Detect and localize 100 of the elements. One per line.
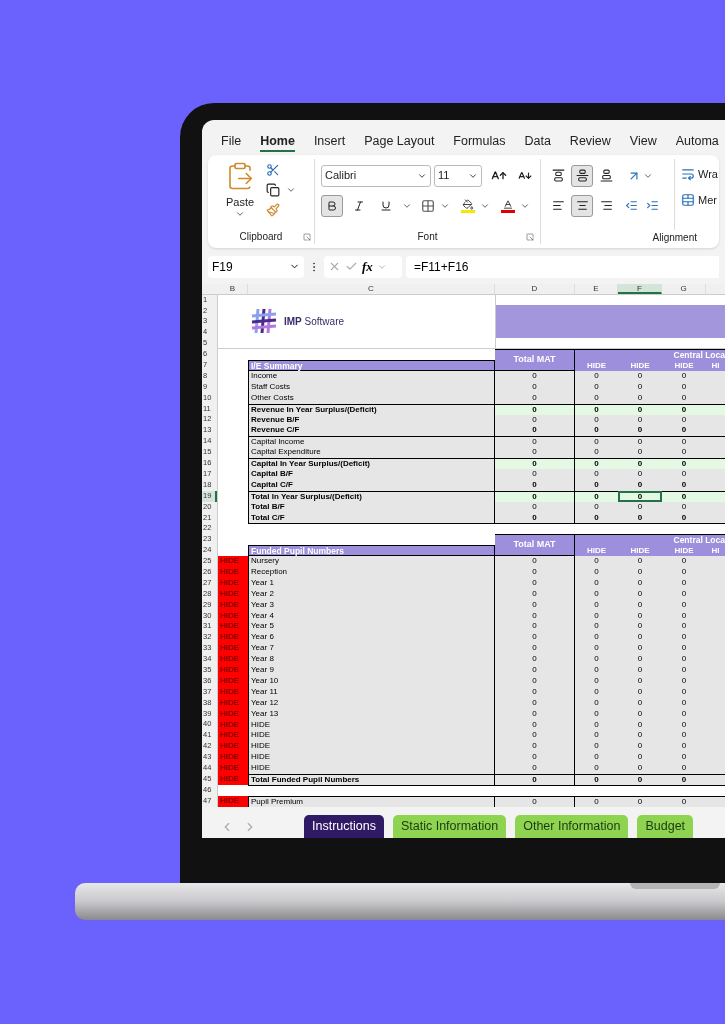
- hide-flag: HIDE: [218, 730, 248, 742]
- font-color-icon[interactable]: [501, 198, 515, 213]
- table-cell: 0: [495, 381, 575, 393]
- font-family-dropdown[interactable]: Calibri: [321, 164, 431, 187]
- table-cell: 0: [575, 697, 618, 709]
- row-label: Income: [248, 371, 495, 382]
- insert-function-button[interactable]: fx: [362, 256, 373, 277]
- table-cell: 0: [662, 643, 725, 655]
- formula-input[interactable]: =F11+F16: [406, 255, 719, 278]
- table-cell: 0: [495, 773, 575, 785]
- bold-toggle[interactable]: [321, 194, 343, 217]
- row-label: Nursery: [248, 556, 495, 568]
- table-cell: 0: [575, 763, 618, 774]
- table-cell: 0: [618, 381, 662, 393]
- table-cell: 0: [495, 741, 575, 753]
- bold-icon: [326, 199, 338, 212]
- lines-icon: [551, 199, 565, 213]
- table-cell: 0: [495, 752, 575, 764]
- row-label: Year 9: [248, 665, 495, 676]
- ribbon-tab[interactable]: Insert: [313, 132, 346, 152]
- column-heading: Total MAT: [495, 534, 575, 557]
- table-title: I/E Summary: [248, 360, 495, 371]
- dialog-launcher-icon[interactable]: [303, 232, 311, 241]
- hide-flag: HIDE: [218, 773, 248, 785]
- decrease-indent-icon[interactable]: [625, 199, 638, 213]
- table-cell: 0: [662, 708, 725, 720]
- hide-flag: HIDE: [218, 752, 248, 764]
- ribbon-tab[interactable]: View: [629, 132, 657, 152]
- row-label: Year 6: [248, 632, 495, 644]
- table-cell: 0: [495, 599, 575, 611]
- cut-icon[interactable]: [266, 162, 280, 177]
- hide-flag: HIDE: [218, 708, 248, 720]
- table-cell: 0: [575, 403, 618, 415]
- column-heading: Total MAT: [495, 349, 575, 371]
- wrap-text-button[interactable]: Wra: [681, 166, 718, 181]
- sheet-tab[interactable]: Instructions: [304, 815, 384, 838]
- table-cell: 0: [662, 490, 725, 502]
- table-cell: 0: [662, 501, 725, 513]
- fill-color-icon[interactable]: [461, 198, 475, 213]
- hide-flag: HIDE: [218, 556, 248, 568]
- align-middle-icon[interactable]: [571, 164, 593, 187]
- column-header[interactable]: C: [248, 283, 495, 294]
- hide-flag: HIDE: [218, 632, 248, 644]
- column-heading: HIDE: [618, 361, 662, 372]
- ribbon-tab[interactable]: Review: [569, 132, 611, 152]
- table-cell: 0: [618, 741, 662, 753]
- group-label: Alignment: [652, 230, 697, 244]
- table-cell: 0: [575, 458, 618, 469]
- table-cell: 0: [575, 643, 618, 655]
- table-cell: 0: [575, 675, 618, 687]
- sheet-tab[interactable]: Static Information: [392, 815, 507, 838]
- hide-flag: HIDE: [218, 621, 248, 633]
- hide-flag: HIDE: [218, 654, 248, 666]
- table-cell: 0: [662, 567, 725, 578]
- align-center-icon[interactable]: [571, 194, 593, 217]
- table-cell: 0: [662, 392, 725, 404]
- group-heading: Central Loca: [575, 535, 725, 547]
- table-cell: 0: [575, 795, 618, 807]
- row-label: Year 5: [248, 621, 495, 633]
- table-cell: 0: [662, 686, 725, 698]
- sheet-tab[interactable]: Budget: [637, 815, 694, 838]
- merge-button[interactable]: Mer: [681, 192, 718, 207]
- sheet-tab[interactable]: Other Information: [515, 815, 629, 838]
- ribbon-tab[interactable]: Automa: [675, 132, 719, 152]
- ribbon-tab[interactable]: Home: [260, 132, 295, 152]
- hide-flag: HIDE: [218, 567, 248, 578]
- table-cell: 0: [662, 719, 725, 731]
- table-cell: 0: [575, 469, 618, 480]
- paste-button[interactable]: Paste: [225, 194, 255, 209]
- ribbon-tab[interactable]: Formulas: [453, 132, 506, 152]
- column-header[interactable]: B: [218, 283, 248, 294]
- group-label: Clipboard: [239, 230, 283, 245]
- table-cell: 0: [662, 654, 725, 666]
- column-header[interactable]: F: [618, 283, 662, 294]
- column-heading: HIDE: [575, 546, 618, 557]
- row-label: Capital C/F: [248, 479, 495, 491]
- table-cell: 0: [662, 577, 725, 589]
- row-label: Capital Income: [248, 436, 495, 448]
- name-box[interactable]: F19: [208, 255, 304, 278]
- table-cell: 0: [618, 795, 662, 807]
- table-cell: 0: [495, 795, 575, 807]
- borders-icon[interactable]: [421, 198, 435, 213]
- ribbon-tab[interactable]: Page Layout: [364, 132, 435, 152]
- hide-flag: HIDE: [218, 719, 248, 731]
- column-heading: HIDE: [575, 361, 618, 372]
- increase-indent-icon[interactable]: [646, 199, 659, 213]
- font-size-dropdown[interactable]: 11: [434, 164, 482, 187]
- ribbon-tab[interactable]: File: [221, 132, 242, 152]
- lines-icon: [575, 169, 589, 183]
- ribbon-tab[interactable]: Data: [524, 132, 551, 152]
- table-cell: 0: [662, 458, 725, 469]
- row-label: Year 13: [248, 708, 495, 720]
- format-painter-icon[interactable]: [266, 202, 280, 217]
- table-cell: 0: [495, 479, 575, 491]
- group-heading: Central Loca: [575, 350, 725, 362]
- table-cell: 0: [618, 654, 662, 666]
- dialog-launcher-icon[interactable]: [526, 232, 534, 241]
- column-header[interactable]: G: [662, 283, 706, 294]
- column-header[interactable]: D: [495, 283, 575, 294]
- copy-icon[interactable]: [266, 182, 280, 197]
